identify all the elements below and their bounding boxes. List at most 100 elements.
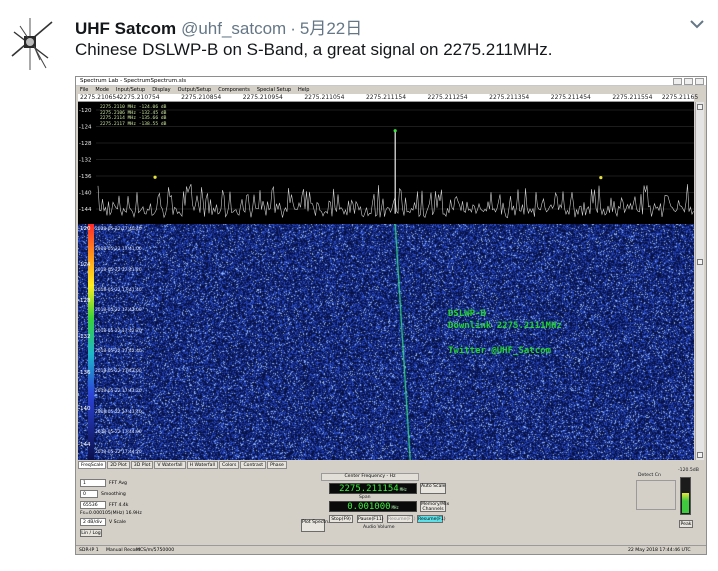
span-caption: Span [359,495,371,500]
marker-line: 2275.2117 MHz -138.55 dB [100,121,167,127]
status-bar: SDR-IP 1 Manual Record MCS/m/5750000 22 … [76,545,706,554]
span-display: 0.001000MHz [329,501,417,512]
resume-button: Resume(F1) [417,515,446,523]
fft-avg-field: 1 [80,479,106,487]
status-position: MCS/m/5750000 [136,548,175,553]
db-tick-label: -120 [79,108,92,114]
menu-bar: File Mode Input/Setup Display Output/Set… [76,86,706,94]
window-titlebar: Spectrum Lab - SpectrumSpectrum.sls [76,77,706,86]
memory-button: Memory/Mix Channels [420,501,449,512]
timestamp-label: 2018-05-22 17:42:40 [95,348,142,354]
spectrum-svg: -120 -124 -128 -132 -136 -140 -144 [79,108,694,219]
menu-item: File [80,87,89,93]
smoothing-field: 0 [80,490,98,498]
waterfall-db-label: -120 [78,226,91,232]
waterfall-display: -120 -124 -128 -132 -136 -140 -144 2018-05-22 … [78,224,694,460]
scroll-up-icon [697,104,703,110]
annotation-line-1: DSLWP-B [448,309,486,319]
tweet-media-image[interactable]: Spectrum Lab - SpectrumSpectrum.sls File… [75,76,707,555]
waterfall-db-label: -128 [78,298,91,304]
fft-avg-label: FFT Avg [109,480,127,486]
timestamp-label: 2018-05-22 17:43:20 [95,389,142,395]
avatar[interactable] [6,14,58,72]
waterfall-db-label: -132 [78,334,91,340]
window-controls [673,78,704,85]
frequency-tick-label: 2275.211454 [550,94,591,101]
menu-item: Help [298,87,310,93]
db-tick-label: -140 [79,191,92,197]
waterfall-db-label: -136 [78,370,91,376]
vscale-field: 2 dB/div [80,518,106,526]
status-time: 22 May 2018 17:44:46 UTC [628,548,691,553]
timestamp-label: 2018-05-22 17:43:00 [95,369,142,375]
frequency-tick-label: 2275.211054 [304,94,345,101]
user-handle[interactable]: @uhf_satcom [181,19,286,39]
annotation-line-3: Twitter @UHF_Satcom [448,346,551,356]
db-tick-label: -144 [79,207,92,213]
db-tick-label: -128 [79,141,92,147]
vertical-scrollbar [695,102,704,460]
waterfall-canvas [78,224,694,460]
frequency-ruler: 2275.210654 2275.210754 2275.210854 2275.21… [78,94,698,102]
secondary-marker [599,176,603,180]
tab-contrast: Contrast [240,461,267,469]
tab-phase: Phase [267,461,287,469]
center-frequency-value: 2275.211154 [339,484,399,494]
frequency-tick-label: 2275.210654 [79,94,121,101]
lin-log-button: Lin / Log [80,529,102,537]
waterfall-colorbar [88,224,94,460]
frequency-tick-label: 2275.21165 [661,94,699,101]
status-record: Manual Record [106,548,141,553]
frequency-tick-label: 2275.210754 [119,94,160,101]
secondary-marker [153,175,157,179]
scroll-thumb [697,259,703,265]
smoothing-label: Smoothing [101,491,126,497]
level-meter [680,477,691,515]
db-tick-label: -136 [79,174,92,180]
spectrum-plot: -120 -124 -128 -132 -136 -140 -144 2275.2110 M… [78,102,694,224]
level-bar [682,493,689,513]
peak-marker [393,129,397,133]
menu-item: Components [218,87,250,93]
resume-disabled-button: Resume(F1) [387,515,416,523]
timestamp-label: 2018-05-22 17:42:00 [95,308,142,314]
maximize-icon [684,78,693,85]
span-value: 0.001000 [347,502,391,512]
timestamp-label: 2018-05-22 17:44:00 [95,430,142,435]
chevron-down-icon [690,20,704,29]
tab-2d-plot: 2D Plot [107,461,130,469]
tab-h-waterfall: H Waterfall [186,461,219,469]
fft-size-label: FFT 4.4k [109,502,129,508]
more-options-button[interactable] [686,16,708,32]
frequency-tick-label: 2275.211354 [489,94,530,101]
display-name[interactable]: UHF Satcom [75,19,176,39]
plot-spectrum-button: Plot Spectrum [301,519,334,532]
db-tick-label: -132 [79,158,91,164]
tweet-text: Chinese DSLWP-B on S-Band, a great signa… [75,40,553,59]
window-title: Spectrum Lab - SpectrumSpectrum.sls [80,78,187,84]
timestamp-label: 2018-05-22 17:42:20 [95,328,142,334]
center-frequency-caption: Center Frequency - Hz [321,473,419,481]
scroll-down-icon [697,452,703,458]
frequency-tick-label: 2275.211254 [427,94,468,101]
menu-item: Output/Setup [177,87,212,93]
fft-size-field: 65536 [80,501,106,509]
timestamp-label: 2018-05-22 17:41:40 [95,287,142,293]
menu-item: Input/Setup [116,87,146,93]
waterfall-db-label: -144 [78,442,91,448]
tweet-date[interactable]: 5月22日 [300,14,362,39]
frequency-tick-label: 2275.211554 [612,94,653,101]
tab-freqscale: FreqScale [78,461,107,469]
tab-3d-plot: 3D Plot [130,461,154,469]
status-device: SDR-IP 1 [79,548,99,553]
timestamp-label: 2018-05-22 17:41:20 [95,267,142,273]
frequency-panel: Center Frequency - Hz 2275.211154MHz Aut… [301,473,461,543]
auto-scale-button: Auto Scale [420,483,446,494]
frequency-tick-label: 2275.211154 [365,94,407,101]
waterfall-db-label: -140 [78,406,91,412]
timestamp-label: 2018-05-22 17:41:00 [95,247,142,253]
satellite-icon [11,18,53,70]
stop-button: Stop(F9) [329,515,353,523]
detect-label: Detect Cn [638,473,661,478]
waterfall-db-label: -124 [78,262,91,268]
